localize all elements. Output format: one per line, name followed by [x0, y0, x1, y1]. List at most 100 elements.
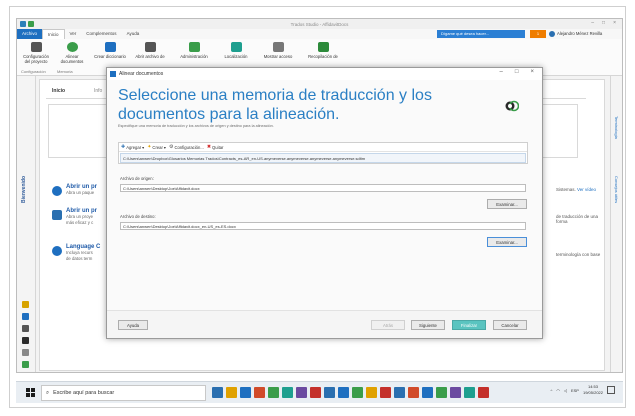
taskbar-app-icon[interactable]	[212, 387, 223, 398]
user-account[interactable]: Alejandro Ménez Revilla	[549, 29, 602, 39]
tell-me-search[interactable]: Dígame qué desea hacer...	[437, 30, 525, 38]
taskbar-app-icon[interactable]	[310, 387, 321, 398]
remove-tm-button[interactable]: ✖ Quitar	[207, 144, 224, 150]
taskbar-app-icon[interactable]	[338, 387, 349, 398]
list-item[interactable]: Language C Incluya recurs de datos term	[52, 244, 100, 262]
menu-archivo[interactable]: Archivo	[17, 29, 43, 39]
sidebar: Bienvenido	[17, 76, 36, 372]
dialog-title: Alinear documentos	[119, 71, 164, 77]
dialog-close-button[interactable]: ×	[530, 69, 534, 75]
browse-target-button[interactable]: Examinar...	[487, 237, 527, 247]
system-tray: ^ ◠ ◁ ESP 14:53 19/05/2022	[550, 384, 615, 396]
tm-settings-button[interactable]: ⚙ Configuración...	[169, 144, 204, 150]
menu-ayuda[interactable]: Ayuda	[122, 29, 145, 39]
ribbon-label: Crear diccionario	[94, 54, 126, 59]
target-file-input[interactable]: C:\Users\anwen\Desktop\Joe\Affidavit.doc…	[120, 222, 526, 230]
menu-inicio[interactable]: Inicio	[42, 29, 65, 39]
taskbar-app-icon[interactable]	[324, 387, 335, 398]
volume-icon[interactable]: ◁	[564, 388, 567, 393]
show-access-button[interactable]: Mostrar acceso	[259, 42, 297, 59]
list-item[interactable]: Abrir un pr Abra un proye más eficaz y c	[52, 208, 97, 226]
tab-inicio[interactable]: Inicio	[52, 88, 65, 94]
admin-icon	[188, 42, 200, 52]
help-button[interactable]: Ayuda	[118, 320, 148, 330]
taskbar-app-icon[interactable]	[226, 387, 237, 398]
tab-info[interactable]: Info	[94, 88, 102, 94]
create-icon: ✦	[147, 144, 152, 150]
back-button[interactable]: Atrás	[371, 320, 405, 330]
taskbar-apps	[212, 387, 489, 398]
taskbar-app-icon[interactable]	[478, 387, 489, 398]
clock[interactable]: 14:53 19/05/2022	[583, 384, 603, 396]
language-indicator[interactable]: ESP	[571, 388, 579, 393]
next-button[interactable]: Siguiente	[411, 320, 445, 330]
taskbar-app-icon[interactable]	[240, 387, 251, 398]
source-file-input[interactable]: C:\Users\anwen\Desktop\Joe\Affidavit.doc…	[120, 184, 526, 192]
home-icon[interactable]	[22, 301, 29, 308]
collection-button[interactable]: Recopilación de	[303, 42, 343, 59]
taskbar-app-icon[interactable]	[282, 387, 293, 398]
taskbar-app-icon[interactable]	[408, 387, 419, 398]
ribbon-group-label: Configuración	[21, 69, 46, 74]
tips-tab[interactable]: Consejos útiles	[614, 176, 619, 203]
open-file-button[interactable]: Abrir archivo de	[133, 42, 167, 59]
cancel-button[interactable]: Cancelar	[493, 320, 527, 330]
taskbar-app-icon[interactable]	[394, 387, 405, 398]
align-documents-icon	[66, 42, 78, 52]
taskbar-app-icon[interactable]	[352, 387, 363, 398]
create-dictionary-button[interactable]: Crear diccionario	[93, 42, 127, 59]
wifi-icon[interactable]: ◠	[556, 388, 560, 393]
ribbon-label: Configuración del proyecto	[23, 54, 49, 64]
dialog-maximize-button[interactable]: □	[515, 69, 519, 75]
project-settings-button[interactable]: Configuración del proyecto	[21, 42, 51, 64]
dialog-minimize-button[interactable]: –	[500, 69, 503, 75]
create-label: Crear	[152, 144, 163, 150]
minimize-button[interactable]: –	[591, 20, 594, 26]
taskbar: ⌕ Escribe aquí para buscar ^ ◠ ◁ ESP 14:…	[16, 381, 623, 403]
localization-button[interactable]: Localización	[219, 42, 253, 59]
taskbar-app-icon[interactable]	[380, 387, 391, 398]
ribbon-label: Mostrar acceso	[263, 54, 293, 59]
avatar	[549, 31, 555, 37]
taskbar-app-icon[interactable]	[268, 387, 279, 398]
taskbar-search[interactable]: ⌕ Escribe aquí para buscar	[41, 385, 206, 401]
terminology-tab[interactable]: Terminología	[614, 116, 619, 139]
video-link[interactable]: Ver vídeo	[577, 187, 596, 192]
taskbar-app-icon[interactable]	[422, 387, 433, 398]
maximize-button[interactable]: □	[602, 20, 605, 26]
ribbon-group-label: Memoria	[57, 69, 73, 74]
taskbar-app-icon[interactable]	[254, 387, 265, 398]
notifications-icon[interactable]	[607, 386, 615, 394]
ribbon-label: Alinear documentos	[60, 54, 84, 64]
menu-ver[interactable]: Ver	[65, 29, 82, 39]
administration-button[interactable]: Administración	[175, 42, 213, 59]
taskbar-app-icon[interactable]	[366, 387, 377, 398]
create-tm-button[interactable]: ✦ Crear ▾	[147, 144, 166, 150]
add-tm-button[interactable]: ✚ Agregar ▾	[121, 144, 144, 150]
tray-arrow-icon[interactable]: ^	[550, 388, 552, 393]
taskbar-app-icon[interactable]	[464, 387, 475, 398]
menu-complementos[interactable]: Complementos	[81, 29, 121, 39]
projects-icon[interactable]	[22, 313, 29, 320]
tm-icon[interactable]	[22, 361, 29, 368]
config-label: Configuración...	[174, 144, 204, 150]
taskbar-app-icon[interactable]	[296, 387, 307, 398]
sidebar-title[interactable]: Bienvenido	[21, 176, 27, 203]
reports-icon[interactable]	[22, 337, 29, 344]
browse-source-button[interactable]: Examinar...	[487, 199, 527, 209]
list-item-desc: Abra un paque	[66, 190, 95, 195]
files-icon[interactable]	[22, 325, 29, 332]
close-button[interactable]: ×	[613, 20, 616, 26]
taskbar-app-icon[interactable]	[450, 387, 461, 398]
remove-label: Quitar	[212, 144, 224, 150]
trados-logo-icon	[505, 100, 519, 112]
finish-button[interactable]: Finalizar	[452, 320, 486, 330]
taskbar-app-icon[interactable]	[436, 387, 447, 398]
windows-start-icon[interactable]	[26, 388, 35, 397]
tm-list-row[interactable]: C:\Users\anwen\Dropbox\Glosarios Memoria…	[120, 153, 526, 163]
notification-badge[interactable]: 1	[530, 30, 546, 38]
dialog-footer: Ayuda Atrás Siguiente Finalizar Cancelar	[107, 310, 542, 338]
align-documents-button[interactable]: Alinear documentos	[57, 42, 87, 64]
editor-icon[interactable]	[22, 349, 29, 356]
list-item[interactable]: Abrir un pr Abra un paque	[52, 184, 97, 196]
